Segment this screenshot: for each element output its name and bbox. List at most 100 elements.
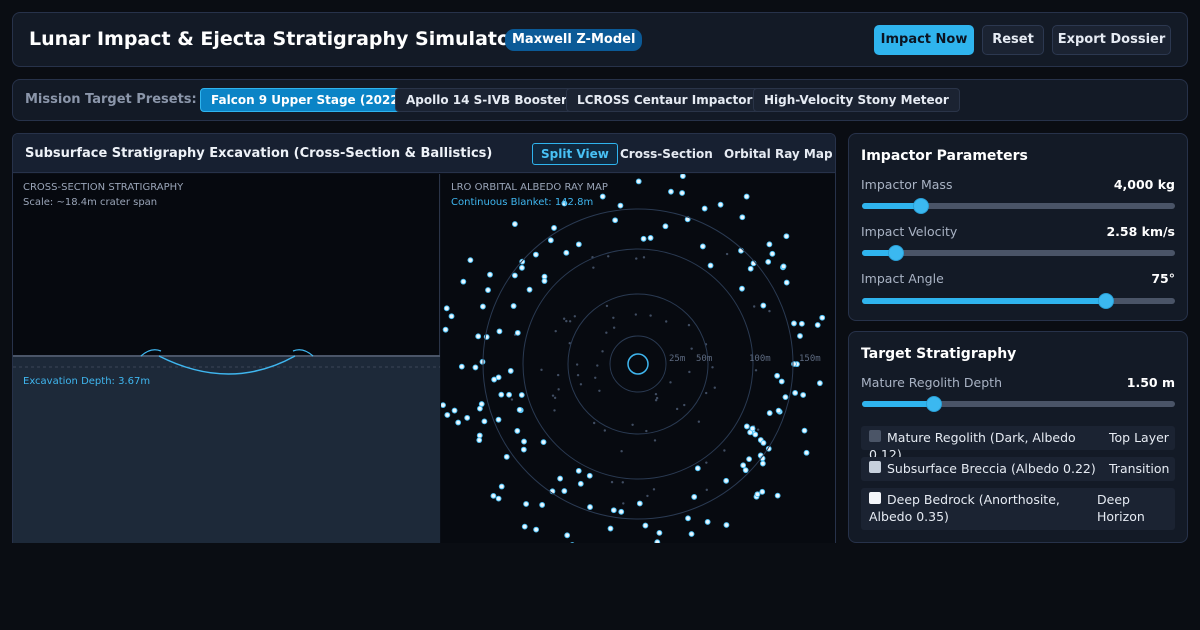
ejecta-ray-dot <box>801 427 808 434</box>
ejecta-ray-dot <box>688 531 695 537</box>
continuous-blanket-label: Continuous Blanket: 142.8m <box>451 197 594 208</box>
reset-button[interactable]: Reset <box>982 25 1044 55</box>
visualization-panel: Subsurface Stratigraphy Excavation (Cros… <box>12 133 836 543</box>
range-ring <box>567 293 709 435</box>
regolith-slider-fill <box>862 401 934 407</box>
ejecta-debris-dot <box>562 317 566 320</box>
ejecta-ray-dot <box>783 233 790 240</box>
ejecta-ray-dot <box>441 402 446 409</box>
ejecta-debris-dot <box>631 423 634 426</box>
ejecta-ray-dot <box>612 217 619 224</box>
tab-orbital-ray-map[interactable]: Orbital Ray Map <box>715 143 835 165</box>
ejecta-debris-dot <box>607 255 610 258</box>
ejecta-ray-dot <box>480 303 486 310</box>
angle-label: Impact Angle <box>861 271 944 286</box>
ejecta-ray-dot <box>754 491 761 498</box>
ejecta-ray-dot <box>521 438 527 445</box>
ejecta-ray-dot <box>654 539 661 543</box>
ejecta-ray-dot <box>701 205 708 212</box>
impact-now-button[interactable]: Impact Now <box>874 25 974 55</box>
ejecta-debris-dot <box>683 403 686 407</box>
ejecta-debris-dot <box>705 461 708 464</box>
preset-falcon9-chip[interactable]: Falcon 9 Upper Stage (2022) <box>200 88 416 112</box>
ejecta-ray-dot <box>451 407 458 414</box>
ejecta-ray-dot <box>586 472 593 479</box>
ejecta-debris-dot <box>605 304 609 308</box>
velocity-slider[interactable] <box>862 245 1175 261</box>
orbital-ray-map[interactable]: 25m 50m 100m 150m LRO ORBITAL ALBEDO RAY MA… <box>441 174 835 543</box>
ejecta-ray-dot <box>521 523 528 530</box>
ejecta-ray-dot <box>575 467 582 474</box>
ejecta-ray-dot <box>455 419 462 426</box>
ejecta-ray-dot <box>774 492 781 499</box>
viz-title: Subsurface Stratigraphy Excavation (Cros… <box>25 146 493 161</box>
ejecta-ray-dot <box>759 460 766 467</box>
ejecta-debris-dot <box>598 389 601 393</box>
ejecta-debris-dot <box>556 373 560 377</box>
mass-slider-thumb[interactable] <box>913 198 930 214</box>
ejecta-ray-dot <box>540 439 547 445</box>
impactor-parameters-panel: Impactor Parameters Impactor Mass 4,000 … <box>848 133 1188 321</box>
ejecta-ray-dot <box>738 247 744 254</box>
regolith-depth-slider[interactable] <box>862 396 1175 412</box>
ejecta-ray-dot <box>791 320 797 327</box>
ejecta-ray-dot <box>511 272 518 279</box>
ejecta-ray-dot <box>707 262 714 269</box>
velocity-slider-thumb[interactable] <box>888 245 905 261</box>
preset-lcross-chip[interactable]: LCROSS Centaur Impactor <box>566 88 764 112</box>
ejecta-ray-dot <box>617 202 624 209</box>
ejecta-debris-dot <box>553 396 557 400</box>
range-ring <box>522 248 754 480</box>
ejecta-ray-dot <box>636 500 643 507</box>
preset-apollo14-chip[interactable]: Apollo 14 S-IVB Booster <box>395 88 578 112</box>
ejecta-ray-dot <box>752 431 759 438</box>
ejecta-debris-dot <box>612 326 616 329</box>
ejecta-ray-dot <box>533 526 540 533</box>
ejecta-ray-dot <box>498 483 505 490</box>
ejecta-ray-dot <box>479 358 486 365</box>
tab-split-view[interactable]: Split View <box>532 143 618 165</box>
viz-header: Subsurface Stratigraphy Excavation (Cros… <box>13 134 835 173</box>
excavation-depth-label: Excavation Depth: 3.67m <box>23 376 151 387</box>
ejecta-ray-dot <box>495 416 502 423</box>
tab-cross-section[interactable]: Cross-Section <box>611 143 722 165</box>
ejecta-ray-dot <box>640 235 647 242</box>
ejecta-ray-dot <box>679 174 686 179</box>
ejecta-debris-dot <box>579 383 583 386</box>
layer-row-bedrock: Deep Bedrock (Anorthosite, Albedo 0.35) … <box>861 488 1175 530</box>
ejecta-ray-dot <box>774 372 781 379</box>
ejecta-ray-dot <box>747 265 754 272</box>
ejecta-ray-dot <box>635 178 642 185</box>
ejecta-ray-dot <box>561 488 568 494</box>
ejecta-ray-dot <box>723 477 730 484</box>
ejecta-debris-dot <box>592 421 596 425</box>
impactor-panel-title: Impactor Parameters <box>861 148 1028 164</box>
ejecta-ray-dot <box>783 279 790 286</box>
angle-slider[interactable] <box>862 293 1175 309</box>
ejecta-ray-dot <box>587 504 593 510</box>
mass-slider[interactable] <box>862 198 1175 214</box>
ejecta-ray-dot <box>797 333 803 339</box>
ejecta-debris-dot <box>576 373 580 377</box>
ejecta-ray-dot <box>740 462 747 469</box>
ejecta-ray-dot <box>717 201 724 208</box>
export-dossier-button[interactable]: Export Dossier <box>1052 25 1171 55</box>
ejecta-debris-dot <box>594 376 597 379</box>
ejecta-ray-dot <box>496 328 503 335</box>
ejecta-ray-dot <box>516 406 523 413</box>
ejecta-debris-dot <box>675 407 679 411</box>
ejecta-debris-dot <box>655 396 659 400</box>
ejecta-ray-dot <box>547 237 554 244</box>
ejecta-ray-dot <box>769 250 776 257</box>
regolith-slider-thumb[interactable] <box>925 396 942 412</box>
ejecta-ray-dot <box>743 423 750 430</box>
preset-stony-meteor-chip[interactable]: High-Velocity Stony Meteor <box>753 88 960 112</box>
cross-section-view: CROSS-SECTION STRATIGRAPHY Scale: ~18.4m… <box>13 174 440 543</box>
ejecta-debris-dot <box>768 309 771 313</box>
ejecta-ray-dot <box>575 241 582 248</box>
ejecta-debris-dot <box>575 363 579 366</box>
angle-slider-thumb[interactable] <box>1098 293 1115 309</box>
ejecta-ray-dot <box>679 190 686 196</box>
ejecta-debris-dot <box>554 329 557 333</box>
ejecta-debris-dot <box>705 488 708 492</box>
